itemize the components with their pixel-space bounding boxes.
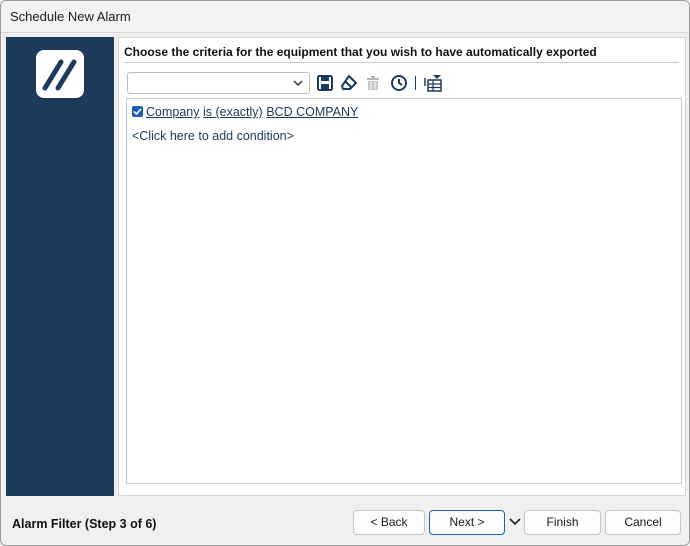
save-icon[interactable] <box>316 74 334 92</box>
wizard-content: Choose the criteria for the equipment th… <box>118 37 686 496</box>
toolbar-separator <box>415 76 416 90</box>
condition-value-link[interactable]: BCD COMPANY <box>266 105 358 119</box>
filter-condition-list: Company is (exactly) BCD COMPANY <Click … <box>126 98 682 484</box>
condition-row: Company is (exactly) BCD COMPANY <box>132 105 358 121</box>
step-indicator: Alarm Filter (Step 3 of 6) <box>12 517 157 531</box>
title-bar: Schedule New Alarm <box>1 1 689 33</box>
dialog-window: Schedule New Alarm Choose the criteria f… <box>0 0 690 546</box>
wizard-side-panel <box>6 37 114 496</box>
chevron-down-icon <box>293 80 303 87</box>
finish-button[interactable]: Finish <box>524 510 601 535</box>
checkmark-icon <box>133 108 142 116</box>
trash-icon[interactable] <box>364 74 382 92</box>
eraser-icon[interactable] <box>340 74 358 92</box>
filter-table-icon[interactable] <box>423 74 443 92</box>
logo-slashes-icon <box>42 59 77 91</box>
cancel-button[interactable]: Cancel <box>605 510 681 535</box>
back-button[interactable]: < Back <box>353 510 425 535</box>
step-heading: Choose the criteria for the equipment th… <box>124 45 597 59</box>
condition-enabled-checkbox[interactable] <box>132 106 143 117</box>
condition-field-link[interactable]: Company <box>146 105 200 119</box>
window-title: Schedule New Alarm <box>10 9 131 24</box>
app-logo <box>36 50 84 98</box>
next-button[interactable]: Next > <box>429 510 505 535</box>
condition-operator-link[interactable]: is (exactly) <box>203 105 263 119</box>
add-condition-link[interactable]: <Click here to add condition> <box>132 129 294 143</box>
saved-filter-combo[interactable] <box>127 72 310 94</box>
clock-icon[interactable] <box>390 74 408 92</box>
heading-divider <box>124 62 679 63</box>
next-dropdown-chevron-icon[interactable] <box>507 514 523 530</box>
